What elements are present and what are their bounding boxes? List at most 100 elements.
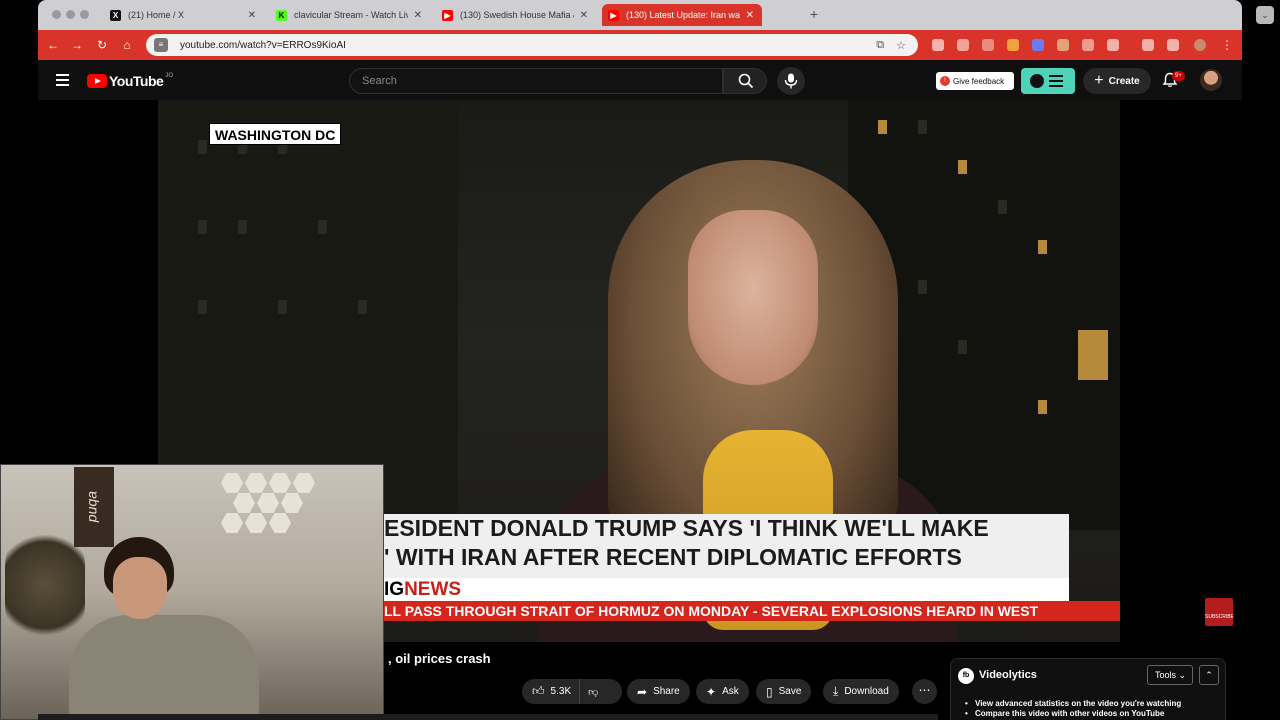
menu-icon[interactable]	[56, 74, 69, 89]
extension-icon[interactable]	[932, 39, 944, 51]
back-arrow-icon[interactable]: ←	[46, 38, 60, 52]
share-button[interactable]: ➦ Share	[627, 679, 690, 704]
tab-title: (21) Home / X	[128, 10, 185, 20]
streamer-body	[69, 615, 259, 719]
close-icon[interactable]: ✕	[248, 10, 256, 21]
avatar[interactable]	[1200, 69, 1222, 91]
create-button[interactable]: + Create	[1083, 68, 1151, 94]
site-info-icon[interactable]: ≡	[154, 38, 168, 52]
url-text[interactable]: youtube.com/watch?v=ERROs9KioAI	[180, 40, 876, 51]
browser-toolbar: ← → ↻ ⌂ ≡ youtube.com/watch?v=ERROs9KioA…	[38, 30, 1242, 60]
extension-icon[interactable]	[1167, 39, 1179, 51]
youtube-wordmark: YouTube	[109, 73, 164, 89]
bookmark-star-icon[interactable]: ☆	[896, 39, 906, 52]
youtube-play-icon	[87, 74, 107, 88]
reload-icon[interactable]: ↻	[95, 38, 109, 52]
list-item: View advanced statistics on the video yo…	[965, 699, 1181, 709]
share-label: Share	[653, 686, 680, 697]
tab-title: (130) Latest Update: Iran war	[626, 10, 740, 20]
feedback-label: Give feedback	[953, 76, 1005, 86]
videolytics-logo-icon: fb	[958, 668, 974, 684]
plus-icon: +	[1094, 72, 1104, 89]
extension-icon[interactable]	[1082, 39, 1094, 51]
like-button[interactable]: 👍︎ 5.3K	[522, 679, 581, 704]
cafe-sign: ɐbnd	[74, 467, 114, 547]
breaking-prefix: IG	[384, 579, 405, 600]
voice-search-button[interactable]	[777, 67, 805, 95]
save-label: Save	[778, 686, 802, 697]
search-icon	[738, 73, 754, 89]
like-dislike-group: 👍︎ 5.3K 👎︎	[522, 679, 622, 704]
tools-label: Tools	[1155, 670, 1177, 680]
give-feedback-button[interactable]: ! Give feedback	[936, 72, 1014, 90]
more-actions-icon[interactable]: ⋯	[912, 679, 937, 704]
download-icon: ⤓	[833, 684, 839, 698]
create-label: Create	[1108, 75, 1140, 87]
extension-icon[interactable]	[982, 39, 994, 51]
feedback-icon: !	[940, 76, 950, 86]
collapse-panel-button[interactable]: ⌃	[1199, 665, 1219, 685]
reporter-face	[688, 210, 818, 385]
forward-arrow-icon[interactable]: →	[70, 38, 84, 52]
save-button[interactable]: ▯ Save	[756, 679, 812, 704]
bookmark-icon: ▯	[766, 684, 773, 699]
browser-tab-bar: X (21) Home / X ✕ K clavicular Stream - …	[38, 0, 1274, 30]
page-bottom-edge	[38, 714, 938, 720]
address-bar[interactable]: ≡ youtube.com/watch?v=ERROs9KioAI ⧉ ☆	[146, 34, 918, 56]
notification-badge: 9+	[1172, 71, 1185, 81]
news-ticker: LL PASS THROUGH STRAIT OF HORMUZ ON MOND…	[384, 601, 1120, 621]
tab-x-home[interactable]: X (21) Home / X ✕	[104, 4, 264, 26]
thumbs-down-icon: 👎︎	[588, 686, 599, 698]
kick-logo-icon: K	[276, 9, 287, 21]
search-input[interactable]: Search	[349, 68, 723, 94]
maximize-window-button[interactable]	[80, 10, 89, 19]
extension-icon[interactable]	[1057, 39, 1069, 51]
profile-avatar-icon[interactable]	[1194, 39, 1206, 51]
country-code: JO	[165, 73, 173, 79]
extension-icon[interactable]	[1007, 39, 1019, 51]
close-icon[interactable]: ✕	[580, 10, 588, 21]
home-icon[interactable]: ⌂	[120, 38, 134, 52]
new-tab-button[interactable]: +	[805, 6, 823, 24]
videolytics-panel: fb Videolytics Tools ⌄ ⌃ View advanced s…	[950, 658, 1226, 720]
close-icon[interactable]: ✕	[414, 10, 422, 21]
lower-third-line-2: ' WITH IRAN AFTER RECENT DIPLOMATIC EFFO…	[384, 544, 962, 570]
thumbs-up-icon: 👍︎	[532, 684, 545, 698]
puzzle-extensions-icon[interactable]	[1107, 39, 1119, 51]
breaking-word: NEWS	[404, 579, 462, 600]
plant	[5, 525, 85, 645]
list-item: Compare this video with other videos on …	[965, 709, 1181, 719]
close-window-button[interactable]	[52, 10, 61, 19]
videolytics-menu-icon	[1030, 74, 1063, 88]
tab-youtube-swedish-house-mafia[interactable]: ▶ (130) Swedish House Mafia & ✕	[436, 4, 596, 26]
youtube-header: YouTube JO Search ! Give feedback + Crea…	[38, 60, 1242, 100]
sparkle-icon: ✦	[706, 684, 717, 699]
videolytics-toggle-button[interactable]	[1021, 68, 1075, 94]
youtube-logo[interactable]: YouTube JO	[87, 73, 173, 89]
feature-list: View advanced statistics on the video yo…	[965, 699, 1181, 719]
tools-dropdown[interactable]: Tools ⌄	[1147, 665, 1193, 685]
ask-button[interactable]: ✦ Ask	[696, 679, 749, 704]
download-button[interactable]: ⤓ Download	[823, 679, 899, 704]
like-count: 5.3K	[550, 686, 572, 697]
video-title: , oil prices crash	[388, 651, 491, 666]
extension-icon[interactable]	[1142, 39, 1154, 51]
lower-third-line-1: ESIDENT DONALD TRUMP SAYS 'I THINK WE'LL…	[384, 515, 989, 541]
more-vert-icon[interactable]: ⋮	[1220, 38, 1234, 52]
dislike-button[interactable]: 👎︎	[580, 679, 606, 704]
minimize-window-button[interactable]	[66, 10, 75, 19]
news-lower-third: ESIDENT DONALD TRUMP SAYS 'I THINK WE'LL…	[384, 514, 1069, 578]
install-app-icon[interactable]: ⧉	[876, 39, 884, 52]
extension-icon[interactable]	[957, 39, 969, 51]
streamer-face	[113, 557, 167, 619]
tab-search-button[interactable]: ⌄	[1256, 6, 1274, 24]
microphone-icon	[784, 73, 798, 89]
search-button[interactable]	[723, 68, 767, 94]
breaking-news-label: IGNEWS	[384, 578, 461, 601]
tab-kick-stream[interactable]: K clavicular Stream - Watch Liv ✕	[270, 4, 430, 26]
extension-icon[interactable]	[1032, 39, 1044, 51]
youtube-icon: ▶	[442, 9, 453, 21]
close-icon[interactable]: ✕	[746, 10, 754, 21]
tab-youtube-iran-update[interactable]: ▶ (130) Latest Update: Iran war ✕	[602, 4, 762, 26]
subscribe-watermark[interactable]: SUBSCRIBE	[1205, 598, 1234, 626]
